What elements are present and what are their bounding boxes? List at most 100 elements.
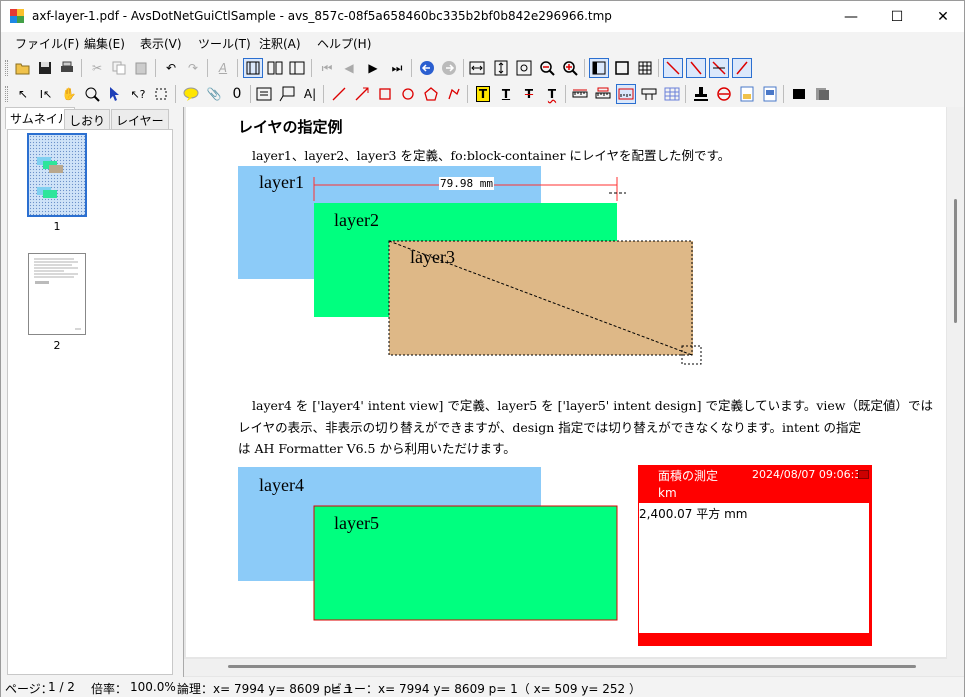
fit-page-icon[interactable] (514, 58, 534, 78)
menu-annotation[interactable]: 注釈(A) (259, 35, 301, 52)
redo-icon[interactable]: ↷ (183, 58, 203, 78)
save-icon[interactable] (35, 58, 55, 78)
document-view[interactable]: レイヤの指定例 layer1、layer2、layer3 を定義、fo:bloc… (183, 107, 964, 677)
panel-left-icon[interactable] (589, 58, 609, 78)
thumbnail-page-1[interactable] (27, 133, 87, 217)
typewriter-icon[interactable]: A| (300, 84, 320, 104)
thumbnail-page-2[interactable] (28, 253, 86, 335)
back-icon[interactable] (417, 58, 437, 78)
status-logical-coords: 論理：x= 7994 y= 8609 p= 1 (177, 682, 353, 696)
zoom-select-icon[interactable] (82, 84, 102, 104)
vertical-scroll-thumb[interactable] (954, 199, 957, 323)
measure-tool-icon[interactable] (639, 84, 659, 104)
callout-icon[interactable] (277, 84, 297, 104)
polygon-icon[interactable] (421, 84, 441, 104)
clip-icon[interactable]: 0 (227, 84, 247, 104)
menu-help[interactable]: ヘルプ(H) (317, 35, 371, 52)
area-measurement-popup[interactable]: 面積の測定 2024/08/07 09:06:30 km 2,400.07 平方… (638, 465, 872, 646)
rectangle-icon[interactable] (375, 84, 395, 104)
single-page-icon[interactable] (243, 58, 263, 78)
hand-icon[interactable]: ✋ (59, 84, 79, 104)
copy-icon[interactable] (109, 58, 129, 78)
image-2-icon[interactable] (760, 84, 780, 104)
main-toolbar: ✂ ↶ ↷ A ⏮ ◀ ▶ ⏭ (1, 55, 964, 81)
app-icon (10, 9, 24, 23)
text-select-icon[interactable]: I↖ (36, 84, 56, 104)
ruler-icon[interactable] (570, 84, 590, 104)
arrow-icon[interactable] (352, 84, 372, 104)
underline-icon[interactable]: T (496, 84, 516, 104)
grid-icon[interactable] (635, 58, 655, 78)
measurement-unit: km (658, 486, 677, 500)
measure-diagonal-icon[interactable] (686, 58, 706, 78)
pointer-icon[interactable] (105, 84, 125, 104)
tab-bookmarks[interactable]: しおり (64, 109, 111, 129)
image-icon[interactable] (737, 84, 757, 104)
tab-layers[interactable]: レイヤー (111, 109, 169, 129)
help-pointer-icon[interactable]: ↖? (128, 84, 148, 104)
redact-icon[interactable] (789, 84, 809, 104)
area-ruler-icon[interactable] (616, 84, 636, 104)
prev-page-icon[interactable]: ◀ (339, 58, 359, 78)
next-page-icon[interactable]: ▶ (363, 58, 383, 78)
fit-width-icon[interactable] (467, 58, 487, 78)
open-icon[interactable] (13, 58, 33, 78)
measurement-header[interactable]: 面積の測定 2024/08/07 09:06:30 km (638, 465, 872, 503)
textbox-icon[interactable] (254, 84, 274, 104)
minimize-button[interactable]: — (828, 1, 874, 32)
zoom-in-icon[interactable] (560, 58, 580, 78)
redact-apply-icon[interactable] (812, 84, 832, 104)
status-zoom-label: 倍率： (91, 682, 128, 696)
toolbar-grip-2[interactable] (5, 86, 8, 102)
continuous-page-icon[interactable] (287, 58, 307, 78)
attach-icon[interactable]: 📎 (204, 84, 224, 104)
horizontal-scroll-thumb[interactable] (228, 665, 916, 668)
highlight-icon[interactable]: T (473, 84, 493, 104)
strikeout-icon[interactable]: T (519, 84, 539, 104)
panel-none-icon[interactable] (612, 58, 632, 78)
horizontal-scrollbar[interactable] (184, 659, 964, 676)
paste-icon[interactable] (131, 58, 151, 78)
status-zoom-value: 100.0% (130, 680, 176, 694)
two-page-icon[interactable] (265, 58, 285, 78)
forward-icon[interactable] (439, 58, 459, 78)
menu-file[interactable]: ファイル(F) (15, 35, 79, 52)
last-page-icon[interactable]: ⏭ (387, 58, 407, 78)
menu-edit[interactable]: 編集(E) (84, 35, 125, 52)
measurement-value: 2,400.07 平方 mm (639, 507, 748, 521)
maximize-button[interactable]: ☐ (874, 1, 920, 32)
ruler-2-icon[interactable] (593, 84, 613, 104)
note-icon[interactable] (181, 84, 201, 104)
measurement-body[interactable]: 2,400.07 平方 mm (639, 503, 869, 633)
zoom-out-icon[interactable] (537, 58, 557, 78)
text-style-icon[interactable]: A (213, 58, 233, 78)
table-grid-icon[interactable] (662, 84, 682, 104)
measurement-timestamp: 2024/08/07 09:06:30 (752, 468, 869, 481)
squiggly-icon[interactable]: T (542, 84, 562, 104)
measure-angle-icon[interactable] (732, 58, 752, 78)
vertical-scrollbar[interactable] (947, 107, 964, 659)
circle-icon[interactable] (398, 84, 418, 104)
status-bar: ページ： 1 / 2 倍率： 100.0% 論理：x= 7994 y= 8609… (1, 677, 964, 697)
polyline-icon[interactable] (444, 84, 464, 104)
fit-height-icon[interactable] (491, 58, 511, 78)
close-button[interactable]: ✕ (920, 1, 965, 32)
line-icon[interactable] (329, 84, 349, 104)
menu-tools[interactable]: ツール(T) (198, 35, 251, 52)
thumbnail-list[interactable]: 1 2 (7, 129, 173, 675)
no-entry-icon[interactable] (714, 84, 734, 104)
print-icon[interactable] (57, 58, 77, 78)
stamp-icon[interactable] (691, 84, 711, 104)
popup-minimize-button[interactable] (858, 470, 869, 479)
menu-view[interactable]: 表示(V) (140, 35, 182, 52)
measure-line-icon[interactable] (663, 58, 683, 78)
cut-icon[interactable]: ✂ (87, 58, 107, 78)
measure-cross-icon[interactable] (709, 58, 729, 78)
undo-icon[interactable]: ↶ (161, 58, 181, 78)
menu-bar: ファイル(F) 編集(E) 表示(V) ツール(T) 注釈(A) ヘルプ(H) (1, 32, 964, 54)
select-arrow-icon[interactable]: ↖ (13, 84, 33, 104)
toolbar-grip[interactable] (5, 60, 8, 76)
marquee-icon[interactable] (151, 84, 171, 104)
first-page-icon[interactable]: ⏮ (317, 58, 337, 78)
pdf-page[interactable]: レイヤの指定例 layer1、layer2、layer3 を定義、fo:bloc… (186, 107, 946, 657)
